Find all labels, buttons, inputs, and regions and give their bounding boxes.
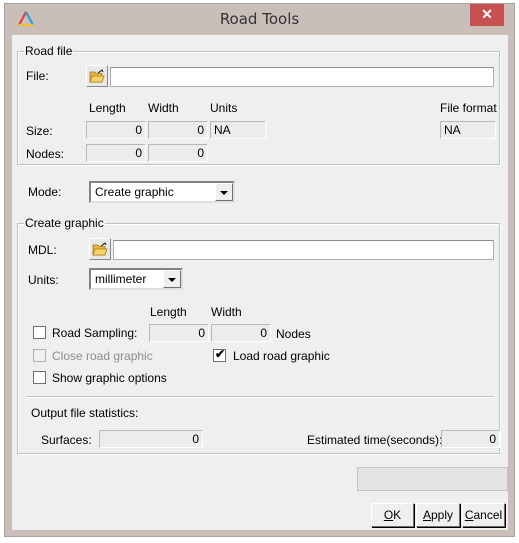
apply-label: pply	[431, 508, 454, 522]
estimated-time-label: Estimated time(seconds):	[307, 433, 443, 447]
create-graphic-group-label: Create graphic	[24, 216, 105, 230]
mode-dropdown[interactable]: Create graphic	[89, 181, 235, 203]
cancel-label: ancel	[473, 508, 503, 522]
road-sampling-checkbox[interactable]	[33, 326, 46, 339]
apply-mnemonic: A	[422, 508, 431, 522]
cancel-button[interactable]: Cancel	[462, 503, 505, 527]
mdl-browse-button[interactable]	[89, 238, 111, 260]
units-label: Units:	[28, 273, 59, 287]
chevron-down-icon[interactable]	[163, 270, 181, 288]
col-units-label: Units	[210, 101, 238, 115]
file-path-input[interactable]	[110, 67, 494, 87]
close-road-graphic-label[interactable]: Close road graphic	[52, 349, 153, 363]
size-length-field: 0	[86, 121, 146, 139]
folder-open-icon	[89, 69, 105, 83]
estimated-time-field: 0	[441, 430, 500, 448]
close-road-graphic-checkbox[interactable]	[33, 349, 46, 362]
apply-button[interactable]: Apply	[416, 503, 460, 527]
file-format-field: NA	[440, 121, 496, 139]
file-label: File:	[26, 69, 49, 83]
units-dropdown[interactable]: millimeter	[89, 268, 183, 290]
file-browse-button[interactable]	[86, 65, 108, 87]
nodes-suffix-label: Nodes	[276, 327, 311, 341]
road-sampling-label[interactable]: Road Sampling:	[52, 326, 137, 340]
surfaces-field: 0	[99, 430, 203, 448]
size-label: Size:	[26, 124, 53, 138]
col-length-label: Length	[89, 101, 126, 115]
sampling-length-field: 0	[149, 324, 209, 342]
mode-label: Mode:	[28, 185, 62, 199]
progress-bar	[357, 467, 508, 491]
dialog-client-area: Road file File: Length Width Units File …	[12, 35, 508, 530]
surfaces-label: Surfaces:	[41, 433, 92, 447]
load-road-graphic-checkbox[interactable]: ✔	[213, 347, 226, 362]
mdl-label: MDL:	[28, 243, 57, 257]
nodes-label: Nodes:	[26, 147, 65, 161]
ok-button[interactable]: OK	[371, 503, 414, 527]
show-graphic-options-label[interactable]: Show graphic options	[52, 371, 167, 385]
sampling-col-length-label: Length	[150, 305, 187, 319]
nodes-length-field: 0	[86, 144, 146, 162]
size-units-field: NA	[210, 121, 266, 139]
nodes-width-field: 0	[148, 144, 208, 162]
mdl-path-input[interactable]	[113, 240, 494, 260]
checkmark-icon: ✔	[215, 347, 226, 361]
size-width-field: 0	[148, 121, 208, 139]
window-title: Road Tools	[219, 10, 300, 28]
ok-label: K	[393, 508, 402, 522]
road-tools-dialog: Road Tools ✕ Road file File: Length Widt…	[4, 3, 515, 537]
ok-mnemonic: O	[383, 508, 394, 522]
road-file-group-label: Road file	[24, 44, 74, 58]
chevron-down-icon[interactable]	[215, 183, 233, 201]
col-width-label: Width	[148, 101, 179, 115]
show-graphic-options-checkbox[interactable]	[33, 371, 46, 384]
folder-open-icon	[92, 242, 108, 256]
sampling-col-width-label: Width	[211, 305, 242, 319]
output-stats-label: Output file statistics:	[31, 406, 139, 420]
separator	[27, 396, 494, 398]
mode-selected-value: Create graphic	[95, 185, 174, 199]
col-file-format-label: File format	[440, 101, 497, 115]
title-bar[interactable]: Road Tools ✕	[5, 4, 514, 34]
units-selected-value: millimeter	[95, 272, 147, 286]
sampling-width-field: 0	[211, 324, 271, 342]
close-icon: ✕	[481, 6, 493, 22]
close-button[interactable]: ✕	[470, 4, 504, 26]
load-road-graphic-label[interactable]: Load road graphic	[233, 349, 330, 363]
